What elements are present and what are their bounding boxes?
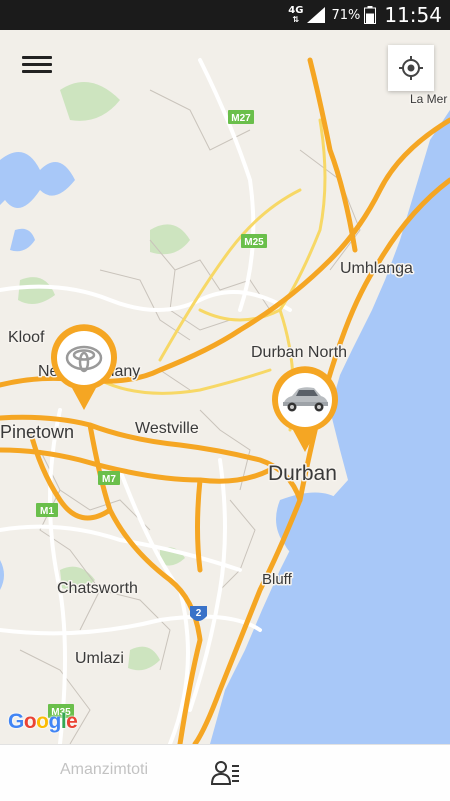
- contacts-list-button[interactable]: [210, 757, 242, 789]
- route-m25: M25: [244, 237, 264, 248]
- route-m7: M7: [102, 474, 116, 485]
- crosshair-icon: [399, 56, 423, 80]
- battery-icon: [364, 6, 377, 24]
- car-icon: [272, 366, 338, 452]
- battery-percent: 71%: [331, 7, 361, 23]
- toyota-logo-icon: [51, 324, 118, 410]
- place-umhlanga: Umhlanga: [340, 260, 413, 277]
- google-logo-letter: G: [8, 710, 24, 733]
- place-pinetown: Pinetown: [0, 422, 74, 442]
- google-attribution: Google: [8, 710, 78, 734]
- network-indicator: 4G ⇅: [288, 5, 304, 25]
- place-umlazi: Umlazi: [75, 650, 124, 667]
- bottom-bar: Amanzimtoti: [0, 744, 450, 801]
- signal-icon: [307, 7, 326, 23]
- status-bar: 4G ⇅ 71% 11:54: [0, 0, 450, 30]
- my-location-button[interactable]: [388, 45, 434, 91]
- google-logo-letter: e: [66, 710, 78, 733]
- place-durban: Durban: [268, 462, 337, 485]
- route-m27: M27: [231, 113, 251, 124]
- contacts-list-icon: [210, 761, 239, 785]
- clock: 11:54: [384, 3, 442, 27]
- place-la-mercy: La Mer: [410, 92, 447, 106]
- place-westville: Westville: [135, 420, 199, 437]
- route-m1: M1: [40, 506, 54, 517]
- car-marker[interactable]: [268, 364, 342, 459]
- toyota-marker[interactable]: [47, 322, 121, 417]
- network-type: 4G: [288, 5, 304, 16]
- place-bluff: Bluff: [262, 571, 293, 588]
- menu-button[interactable]: [22, 52, 52, 80]
- place-kloof: Kloof: [8, 329, 45, 346]
- google-logo-text: Google: [8, 710, 78, 733]
- place-chatsworth: Chatsworth: [57, 580, 138, 597]
- google-logo-letter: g: [48, 710, 62, 733]
- google-logo-letter: o: [23, 710, 37, 733]
- data-arrows-icon: ⇅: [292, 15, 300, 24]
- place-amanzimtoti: Amanzimtoti: [60, 761, 149, 778]
- route-n2: 2: [196, 608, 202, 619]
- place-durban-north: Durban North: [251, 344, 347, 361]
- menu-icon: [22, 56, 52, 59]
- google-logo-letter: o: [36, 710, 49, 733]
